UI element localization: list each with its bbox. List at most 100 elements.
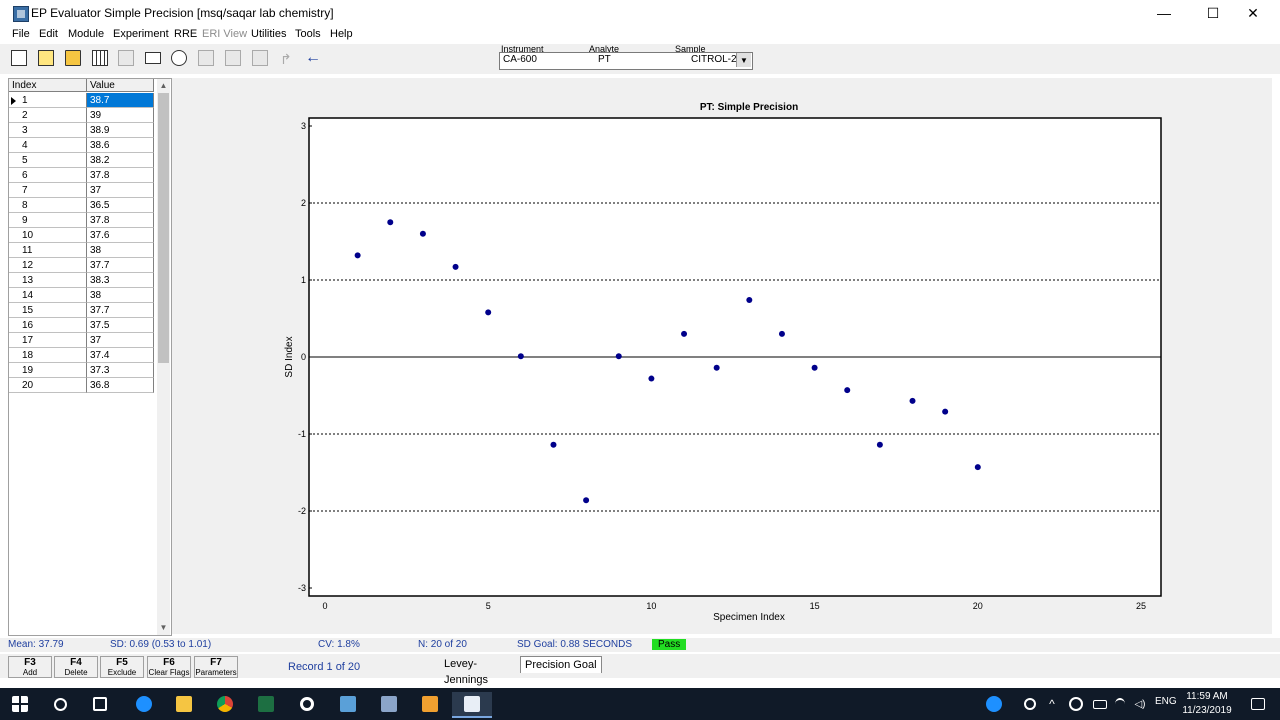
table-row[interactable]: 5 38.2 [9, 153, 155, 168]
row-index-cell[interactable]: 17 [9, 333, 87, 348]
scroll-thumb[interactable] [158, 93, 169, 363]
row-index-cell[interactable]: 11 [9, 243, 87, 258]
chevron-up-icon[interactable]: ^ [1040, 692, 1064, 716]
table-row[interactable]: 4 38.6 [9, 138, 155, 153]
row-value-cell[interactable]: 38 [87, 243, 154, 258]
ep-evaluator-taskbar-icon[interactable] [452, 692, 492, 718]
network-icon[interactable] [1064, 692, 1088, 716]
table-row[interactable]: 16 37.5 [9, 318, 155, 333]
add-button[interactable]: F3 Add [8, 656, 52, 678]
table-row[interactable]: 20 36.8 [9, 378, 155, 393]
task-view-icon[interactable] [80, 692, 120, 716]
menu-rre[interactable]: RRE [174, 28, 197, 40]
excel-icon[interactable] [246, 692, 286, 716]
chrome-icon[interactable] [205, 692, 245, 716]
save-icon[interactable] [115, 47, 137, 69]
row-index-cell[interactable]: 10 [9, 228, 87, 243]
app-document-icon[interactable] [369, 692, 409, 716]
row-value-cell[interactable]: 38.7 [87, 93, 154, 108]
row-index-cell[interactable]: 5 [9, 153, 87, 168]
help-icon[interactable] [974, 692, 1014, 716]
menu-tools[interactable]: Tools [295, 28, 321, 40]
grid-icon[interactable] [89, 47, 111, 69]
print-preview-icon[interactable] [168, 47, 190, 69]
row-value-cell[interactable]: 36.8 [87, 378, 154, 393]
scroll-up-icon[interactable]: ▲ [157, 79, 170, 92]
row-value-cell[interactable]: 37.7 [87, 303, 154, 318]
table-row[interactable]: 2 39 [9, 108, 155, 123]
new-project-icon[interactable] [35, 47, 57, 69]
menu-eri-view[interactable]: ERI View [202, 28, 247, 40]
grid-scrollbar[interactable]: ▲ ▼ [157, 79, 170, 635]
language-indicator[interactable]: ENG [1155, 696, 1177, 707]
chart-icon[interactable] [249, 47, 271, 69]
menu-module[interactable]: Module [68, 28, 104, 40]
row-index-cell[interactable]: 13 [9, 273, 87, 288]
row-index-cell[interactable]: 7 [9, 183, 87, 198]
new-file-icon[interactable] [8, 47, 30, 69]
row-index-cell[interactable]: 15 [9, 303, 87, 318]
row-value-cell[interactable]: 38 [87, 288, 154, 303]
table-row[interactable]: 1 38.7 [9, 93, 155, 108]
app-window-icon[interactable] [328, 692, 368, 716]
row-index-cell[interactable]: 18 [9, 348, 87, 363]
delete-button[interactable]: F4 Delete [54, 656, 98, 678]
menu-edit[interactable]: Edit [39, 28, 58, 40]
parameters-button[interactable]: F7 Parameters [194, 656, 238, 678]
print-icon[interactable] [142, 47, 164, 69]
row-index-cell[interactable]: 3 [9, 123, 87, 138]
media-player-icon[interactable] [410, 692, 450, 716]
table-row[interactable]: 10 37.6 [9, 228, 155, 243]
row-index-cell[interactable]: 6 [9, 168, 87, 183]
table-row[interactable]: 13 38.3 [9, 273, 155, 288]
row-value-cell[interactable]: 37.3 [87, 363, 154, 378]
notifications-icon[interactable] [1238, 692, 1278, 716]
row-index-cell[interactable]: 14 [9, 288, 87, 303]
undo-icon[interactable]: ↱ [276, 47, 298, 69]
chevron-down-icon[interactable]: ▼ [736, 53, 751, 67]
col-index-header[interactable]: Index [9, 79, 87, 92]
row-index-cell[interactable]: 2 [9, 108, 87, 123]
report-icon[interactable] [222, 47, 244, 69]
row-value-cell[interactable]: 37 [87, 333, 154, 348]
scroll-down-icon[interactable]: ▼ [157, 621, 170, 634]
sample-selector[interactable]: Instrument Analyte Sample CA-600 PT CITR… [499, 44, 753, 70]
copy-icon[interactable] [195, 47, 217, 69]
table-row[interactable]: 15 37.7 [9, 303, 155, 318]
row-index-cell[interactable]: 9 [9, 213, 87, 228]
row-value-cell[interactable]: 37.8 [87, 213, 154, 228]
row-value-cell[interactable]: 38.9 [87, 123, 154, 138]
search-icon[interactable] [40, 692, 80, 716]
row-index-cell[interactable]: 19 [9, 363, 87, 378]
row-value-cell[interactable]: 37.6 [87, 228, 154, 243]
table-row[interactable]: 11 38 [9, 243, 155, 258]
tab-levey-jennings[interactable]: Levey-Jennings [440, 656, 520, 686]
table-row[interactable]: 14 38 [9, 288, 155, 303]
menu-file[interactable]: File [12, 28, 30, 40]
tab-precision-goal[interactable]: Precision Goal [520, 656, 602, 673]
row-index-cell[interactable]: 20 [9, 378, 87, 393]
row-index-cell[interactable]: 1 [9, 93, 87, 108]
table-row[interactable]: 7 37 [9, 183, 155, 198]
settings-gear-icon[interactable] [287, 692, 327, 716]
back-arrow-icon[interactable]: ← [302, 47, 324, 69]
menu-help[interactable]: Help [330, 28, 353, 40]
clock[interactable]: 11:59 AM 11/23/2019 [1176, 690, 1238, 718]
row-value-cell[interactable]: 37 [87, 183, 154, 198]
row-value-cell[interactable]: 37.5 [87, 318, 154, 333]
minimize-button[interactable]: — [1141, 0, 1187, 26]
row-value-cell[interactable]: 37.8 [87, 168, 154, 183]
table-row[interactable]: 19 37.3 [9, 363, 155, 378]
edge-icon[interactable] [124, 692, 164, 716]
row-value-cell[interactable]: 37.4 [87, 348, 154, 363]
exclude-button[interactable]: F5 Exclude [100, 656, 144, 678]
clear-flags-button[interactable]: F6 Clear Flags [147, 656, 191, 678]
table-row[interactable]: 3 38.9 [9, 123, 155, 138]
windows-start-icon[interactable] [0, 692, 40, 716]
file-explorer-icon[interactable] [164, 692, 204, 716]
row-index-cell[interactable]: 16 [9, 318, 87, 333]
row-value-cell[interactable]: 37.7 [87, 258, 154, 273]
row-index-cell[interactable]: 12 [9, 258, 87, 273]
row-index-cell[interactable]: 8 [9, 198, 87, 213]
table-row[interactable]: 6 37.8 [9, 168, 155, 183]
